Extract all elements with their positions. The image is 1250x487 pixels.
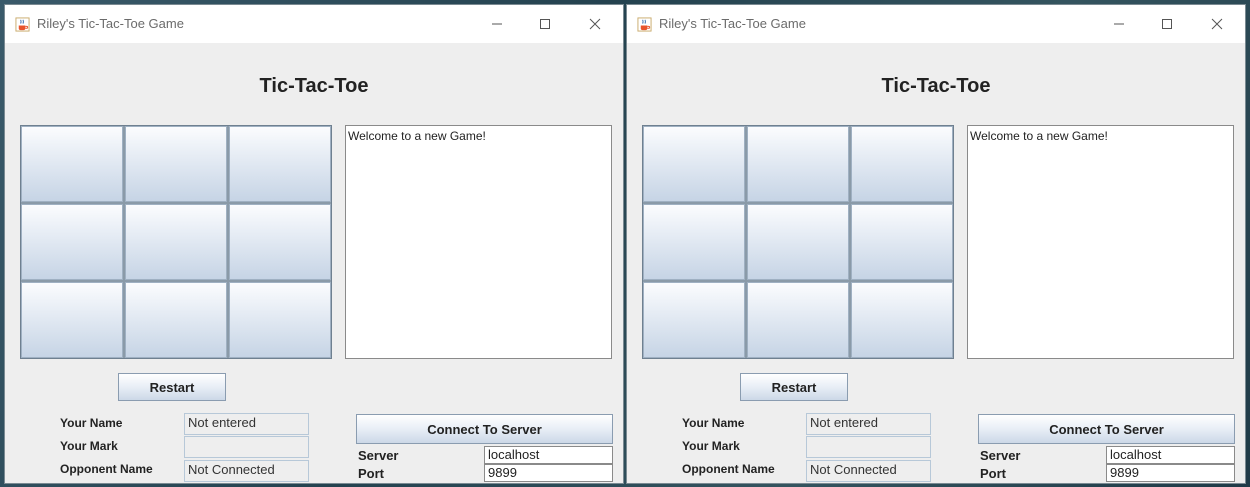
- server-label: Server: [980, 448, 1021, 463]
- title-bar[interactable]: Riley's Tic-Tac-Toe Game: [627, 5, 1245, 43]
- port-label: Port: [358, 466, 384, 481]
- your-mark-field: [184, 436, 309, 458]
- your-mark-label: Your Mark: [60, 439, 118, 453]
- board-cell[interactable]: [851, 282, 953, 358]
- window-title: Riley's Tic-Tac-Toe Game: [659, 16, 806, 31]
- your-name-label: Your Name: [60, 416, 123, 430]
- opponent-name-field: Not Connected: [806, 460, 931, 482]
- board-cell[interactable]: [125, 204, 227, 280]
- window-title: Riley's Tic-Tac-Toe Game: [37, 16, 184, 31]
- game-board: [20, 125, 332, 359]
- server-input[interactable]: localhost: [484, 446, 613, 464]
- minimize-button[interactable]: [1097, 9, 1141, 39]
- maximize-button[interactable]: [1145, 9, 1189, 39]
- restart-button[interactable]: Restart: [118, 373, 226, 401]
- port-input[interactable]: 9899: [1106, 464, 1235, 482]
- message-log[interactable]: Welcome to a new Game!: [345, 125, 612, 359]
- board-cell[interactable]: [21, 204, 123, 280]
- close-icon: [589, 18, 601, 30]
- board-cell[interactable]: [643, 126, 745, 202]
- board-cell[interactable]: [21, 126, 123, 202]
- game-window-left: Riley's Tic-Tac-Toe Game Tic-Tac-Toe Wel…: [4, 4, 624, 484]
- board-cell[interactable]: [643, 204, 745, 280]
- minimize-button[interactable]: [475, 9, 519, 39]
- board-cell[interactable]: [643, 282, 745, 358]
- board-cell[interactable]: [229, 204, 331, 280]
- opponent-name-label: Opponent Name: [682, 462, 775, 476]
- board-cell[interactable]: [747, 204, 849, 280]
- board-cell[interactable]: [125, 282, 227, 358]
- server-label: Server: [358, 448, 399, 463]
- close-button[interactable]: [1195, 9, 1239, 39]
- board-cell[interactable]: [229, 282, 331, 358]
- close-icon: [1211, 18, 1223, 30]
- port-input[interactable]: 9899: [484, 464, 613, 482]
- minimize-icon: [492, 23, 502, 25]
- server-input[interactable]: localhost: [1106, 446, 1235, 464]
- game-heading: Tic-Tac-Toe: [259, 75, 369, 97]
- close-button[interactable]: [573, 9, 617, 39]
- your-name-field: Not entered: [184, 413, 309, 435]
- maximize-icon: [540, 19, 550, 29]
- your-mark-label: Your Mark: [682, 439, 740, 453]
- port-label: Port: [980, 466, 1006, 481]
- board-cell[interactable]: [229, 126, 331, 202]
- board-cell[interactable]: [747, 126, 849, 202]
- restart-button[interactable]: Restart: [740, 373, 848, 401]
- java-coffee-cup-icon: [637, 17, 652, 32]
- board-cell[interactable]: [851, 126, 953, 202]
- game-heading: Tic-Tac-Toe: [881, 75, 991, 97]
- board-cell[interactable]: [21, 282, 123, 358]
- your-name-label: Your Name: [682, 416, 745, 430]
- maximize-icon: [1162, 19, 1172, 29]
- minimize-icon: [1114, 23, 1124, 25]
- opponent-name-label: Opponent Name: [60, 462, 153, 476]
- board-cell[interactable]: [747, 282, 849, 358]
- maximize-button[interactable]: [523, 9, 567, 39]
- connect-to-server-button[interactable]: Connect To Server: [978, 414, 1235, 444]
- board-cell[interactable]: [125, 126, 227, 202]
- board-cell[interactable]: [851, 204, 953, 280]
- game-window-right: Riley's Tic-Tac-Toe Game Tic-Tac-Toe Wel…: [626, 4, 1246, 484]
- game-board: [642, 125, 954, 359]
- opponent-name-field: Not Connected: [184, 460, 309, 482]
- java-coffee-cup-icon: [15, 17, 30, 32]
- title-bar[interactable]: Riley's Tic-Tac-Toe Game: [5, 5, 623, 43]
- your-name-field: Not entered: [806, 413, 931, 435]
- your-mark-field: [806, 436, 931, 458]
- connect-to-server-button[interactable]: Connect To Server: [356, 414, 613, 444]
- message-log[interactable]: Welcome to a new Game!: [967, 125, 1234, 359]
